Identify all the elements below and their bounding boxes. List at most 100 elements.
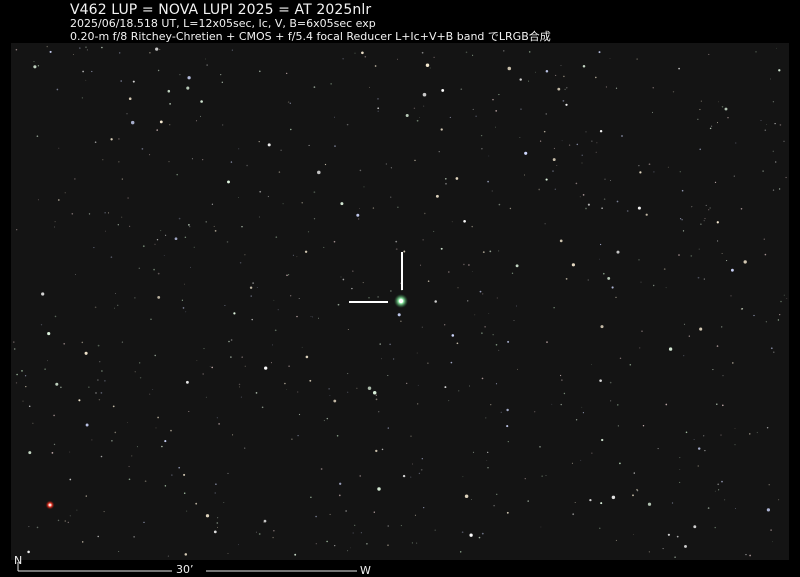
faint-star — [334, 544, 336, 547]
faint-star — [770, 347, 773, 350]
faint-star — [313, 218, 316, 220]
faint-star — [263, 522, 265, 523]
faint-star — [271, 344, 274, 346]
bright-star — [155, 47, 159, 51]
faint-star — [690, 255, 693, 257]
faint-star — [380, 358, 382, 360]
faint-star — [498, 250, 500, 252]
faint-star — [372, 207, 375, 209]
bright-star — [294, 553, 297, 556]
faint-star — [766, 426, 769, 429]
faint-star — [191, 158, 193, 160]
faint-star — [545, 113, 547, 115]
faint-star — [217, 517, 219, 519]
faint-star — [585, 207, 587, 210]
faint-star — [487, 180, 489, 183]
bright-star — [716, 221, 719, 224]
faint-star — [185, 311, 187, 313]
faint-star — [193, 246, 195, 248]
bright-star — [507, 340, 510, 343]
bright-star — [41, 292, 45, 296]
faint-star — [717, 240, 719, 242]
faint-star — [717, 483, 720, 486]
bright-star — [425, 63, 430, 68]
faint-star — [527, 500, 529, 502]
faint-star — [587, 279, 589, 281]
bright-star — [174, 237, 178, 241]
faint-star — [472, 451, 475, 453]
faint-star — [278, 171, 281, 173]
faint-star — [768, 484, 770, 486]
faint-star — [139, 362, 141, 364]
faint-star — [554, 188, 556, 190]
faint-star — [498, 94, 500, 96]
bright-star — [164, 440, 167, 443]
faint-star — [482, 251, 485, 253]
faint-star — [560, 403, 562, 406]
faint-star — [312, 316, 313, 318]
faint-star — [328, 388, 330, 390]
faint-star — [329, 395, 331, 396]
faint-star — [28, 526, 30, 528]
faint-star — [200, 115, 202, 117]
faint-star — [603, 198, 606, 200]
faint-star — [118, 551, 120, 553]
faint-star — [433, 56, 435, 59]
faint-star — [496, 493, 498, 495]
faint-star — [329, 513, 331, 515]
faint-star — [74, 178, 76, 180]
faint-star — [779, 124, 782, 126]
bright-star — [699, 327, 703, 331]
faint-star — [756, 431, 758, 434]
faint-star — [95, 392, 97, 394]
faint-star — [733, 175, 735, 177]
bright-star — [264, 366, 268, 370]
faint-star — [58, 147, 60, 149]
faint-star — [699, 148, 701, 151]
bright-star — [444, 386, 447, 389]
bright-star — [167, 89, 171, 93]
faint-star — [127, 197, 129, 199]
faint-star — [64, 520, 67, 522]
faint-star — [232, 434, 234, 436]
faint-star — [118, 138, 120, 140]
faint-star — [395, 240, 398, 243]
faint-star — [338, 494, 341, 497]
faint-star — [155, 427, 157, 429]
faint-star — [334, 145, 336, 147]
faint-star — [653, 171, 655, 173]
faint-star — [364, 56, 367, 58]
faint-star — [362, 282, 364, 284]
faint-star — [99, 361, 101, 363]
faint-star — [496, 297, 498, 299]
faint-star — [85, 79, 87, 81]
faint-star — [764, 129, 767, 132]
faint-star — [51, 452, 54, 454]
faint-star — [596, 142, 598, 144]
faint-star — [165, 234, 167, 236]
faint-star — [205, 396, 207, 398]
bright-star — [78, 399, 81, 402]
faint-star — [296, 315, 298, 318]
faint-star — [681, 189, 684, 192]
faint-star — [259, 190, 262, 193]
faint-star — [524, 174, 525, 176]
faint-star — [256, 287, 258, 288]
bright-star — [598, 51, 601, 54]
faint-star — [568, 144, 571, 146]
faint-star — [479, 290, 482, 293]
faint-star — [144, 480, 147, 483]
bright-star — [565, 103, 568, 106]
faint-star — [273, 530, 275, 532]
faint-star — [638, 259, 640, 261]
faint-star — [509, 207, 512, 210]
faint-star — [152, 389, 154, 390]
bright-star — [506, 511, 509, 514]
faint-star — [104, 380, 106, 382]
faint-star — [722, 375, 724, 377]
faint-star — [610, 180, 611, 181]
faint-star — [57, 199, 60, 201]
faint-star — [621, 135, 623, 137]
faint-star — [777, 319, 780, 321]
faint-star — [110, 256, 113, 258]
